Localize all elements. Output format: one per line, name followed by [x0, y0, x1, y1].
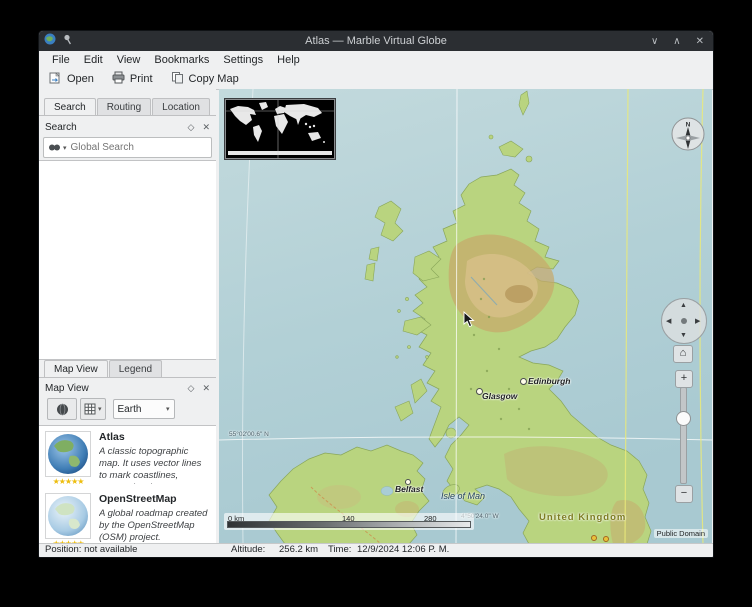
status-altitude-label: Altitude: [231, 544, 265, 556]
edinburgh-label: Edinburgh [528, 376, 571, 386]
pan-down-icon[interactable]: ▼ [680, 332, 687, 339]
isle-of-man-label: Isle of Man [441, 491, 485, 501]
close-panel-icon[interactable]: ✕ [202, 122, 210, 133]
chevron-down-icon: ▾ [166, 405, 170, 413]
compass-n-label: N [686, 122, 691, 129]
toolbar: Open Print Copy Map [39, 69, 713, 90]
pan-center-icon[interactable] [681, 318, 687, 324]
search-scope-icon[interactable] [48, 139, 61, 157]
texture-layers-button[interactable]: ▾ [80, 398, 106, 420]
map-attribution: Public Domain [654, 529, 708, 538]
menu-help[interactable]: Help [270, 53, 307, 67]
tab-routing[interactable]: Routing [97, 98, 151, 116]
pan-left-icon[interactable]: ◀ [666, 317, 671, 325]
glasgow-label: Glasgow [482, 391, 517, 401]
sidebar-bottom-tabs: Map View Legend [39, 359, 216, 378]
window-title: Atlas — Marble Virtual Globe [39, 31, 713, 51]
home-button[interactable]: ⌂ [673, 345, 693, 363]
theme-item-atlas[interactable]: ★★★★★ Atlas A classic topographic map. I… [39, 426, 216, 488]
tab-legend[interactable]: Legend [109, 360, 162, 378]
menu-settings[interactable]: Settings [216, 53, 270, 67]
zoom-out-button[interactable]: − [675, 485, 693, 503]
zoom-slider-track[interactable] [680, 387, 687, 484]
rating-stars[interactable]: ★★★★★ [45, 477, 91, 486]
menu-view[interactable]: View [110, 53, 148, 67]
atlas-thumbnail-icon [45, 431, 91, 477]
tab-location[interactable]: Location [152, 98, 210, 116]
poi-dot [591, 535, 597, 541]
chevron-down-icon: ▾ [98, 405, 102, 413]
copy-map-button[interactable]: Copy Map [166, 70, 244, 88]
print-button[interactable]: Print [107, 70, 158, 88]
map-canvas[interactable]: N ▲ ▼ ◀ ▶ ⌂ + − Glasgow Edinburgh Belfas… [219, 89, 712, 544]
latitude-grid-label: 55°02'00.6" N [229, 431, 269, 438]
map-view-panel-title: Map View [45, 383, 89, 394]
theme-item-openstreetmap[interactable]: ★★★★★ OpenStreetMap A global roadmap cre… [39, 488, 216, 544]
overview-world-map[interactable] [225, 99, 335, 159]
search-panel-header: Search ◇ ✕ [45, 120, 210, 134]
theme-description: A classic topographic map. It uses vecto… [99, 446, 211, 484]
menubar: File Edit View Bookmarks Settings Help [39, 51, 713, 69]
menu-edit[interactable]: Edit [77, 53, 110, 67]
edinburgh-marker[interactable] [520, 378, 527, 385]
projection-button[interactable] [47, 398, 77, 420]
map-view-controls: ▾ Earth ▾ [47, 398, 212, 420]
globe-projection-icon [56, 403, 69, 416]
print-icon [112, 71, 125, 87]
open-button[interactable]: Open [44, 70, 99, 88]
menu-file[interactable]: File [45, 53, 77, 67]
float-panel-icon[interactable]: ◇ [188, 383, 195, 394]
theme-name: Atlas [99, 431, 211, 443]
minimize-button[interactable]: ∨ [651, 36, 658, 47]
openstreetmap-thumbnail-icon [45, 493, 91, 539]
mouse-cursor-icon [463, 311, 475, 333]
copy-icon [171, 71, 184, 87]
search-scope-chevron-icon[interactable]: ▾ [63, 144, 67, 152]
scale-gradient [227, 521, 471, 528]
sidebar: Search Routing Location Search ◇ ✕ ▾ Map… [39, 89, 216, 544]
tab-map-view[interactable]: Map View [44, 360, 108, 378]
status-time-value: 12/9/2024 12:06 P. M. [357, 544, 449, 556]
search-results-list[interactable] [39, 160, 216, 360]
copy-map-label: Copy Map [189, 73, 239, 85]
menu-bookmarks[interactable]: Bookmarks [147, 53, 216, 67]
pan-control[interactable]: ▲ ▼ ◀ ▶ [661, 298, 707, 344]
app-window: Atlas — Marble Virtual Globe ∨ ∧ ✕ File … [38, 30, 714, 558]
statusbar: Position: not available Altitude: 256.2 … [39, 543, 713, 557]
belfast-label: Belfast [395, 484, 423, 494]
pan-up-icon[interactable]: ▲ [680, 302, 687, 309]
maximize-button[interactable]: ∧ [673, 36, 680, 47]
grid-icon [84, 403, 96, 415]
pan-right-icon[interactable]: ▶ [695, 317, 700, 325]
sidebar-top-tabs: Search Routing Location [39, 97, 216, 116]
celestial-body-value: Earth [118, 404, 142, 415]
float-panel-icon[interactable]: ◇ [188, 122, 195, 133]
theme-name: OpenStreetMap [99, 493, 211, 505]
map-view-panel-header: Map View ◇ ✕ [45, 381, 210, 395]
search-input[interactable] [69, 141, 207, 154]
poi-dot [603, 536, 609, 542]
close-panel-icon[interactable]: ✕ [202, 383, 210, 394]
celestial-body-select[interactable]: Earth ▾ [113, 399, 175, 419]
open-icon [49, 71, 62, 87]
theme-description: A global roadmap created by the OpenStre… [99, 508, 211, 544]
zoom-slider-knob[interactable] [676, 411, 691, 426]
search-field[interactable]: ▾ [43, 137, 212, 158]
search-panel-title: Search [45, 122, 77, 133]
close-button[interactable]: ✕ [696, 36, 704, 47]
print-label: Print [130, 73, 153, 85]
status-position: Position: not available [45, 544, 137, 556]
zoom-in-button[interactable]: + [675, 370, 693, 388]
titlebar[interactable]: Atlas — Marble Virtual Globe ∨ ∧ ✕ [39, 31, 713, 51]
tab-search[interactable]: Search [44, 98, 96, 116]
united-kingdom-label: United Kingdom [539, 512, 626, 523]
status-altitude-value: 256.2 km [279, 544, 318, 556]
status-time-label: Time: [328, 544, 351, 556]
map-theme-list: ★★★★★ Atlas A classic topographic map. I… [39, 425, 216, 544]
open-label: Open [67, 73, 94, 85]
compass-icon[interactable]: N [670, 116, 706, 152]
scale-bar: 0 km 140 280 [224, 513, 474, 530]
